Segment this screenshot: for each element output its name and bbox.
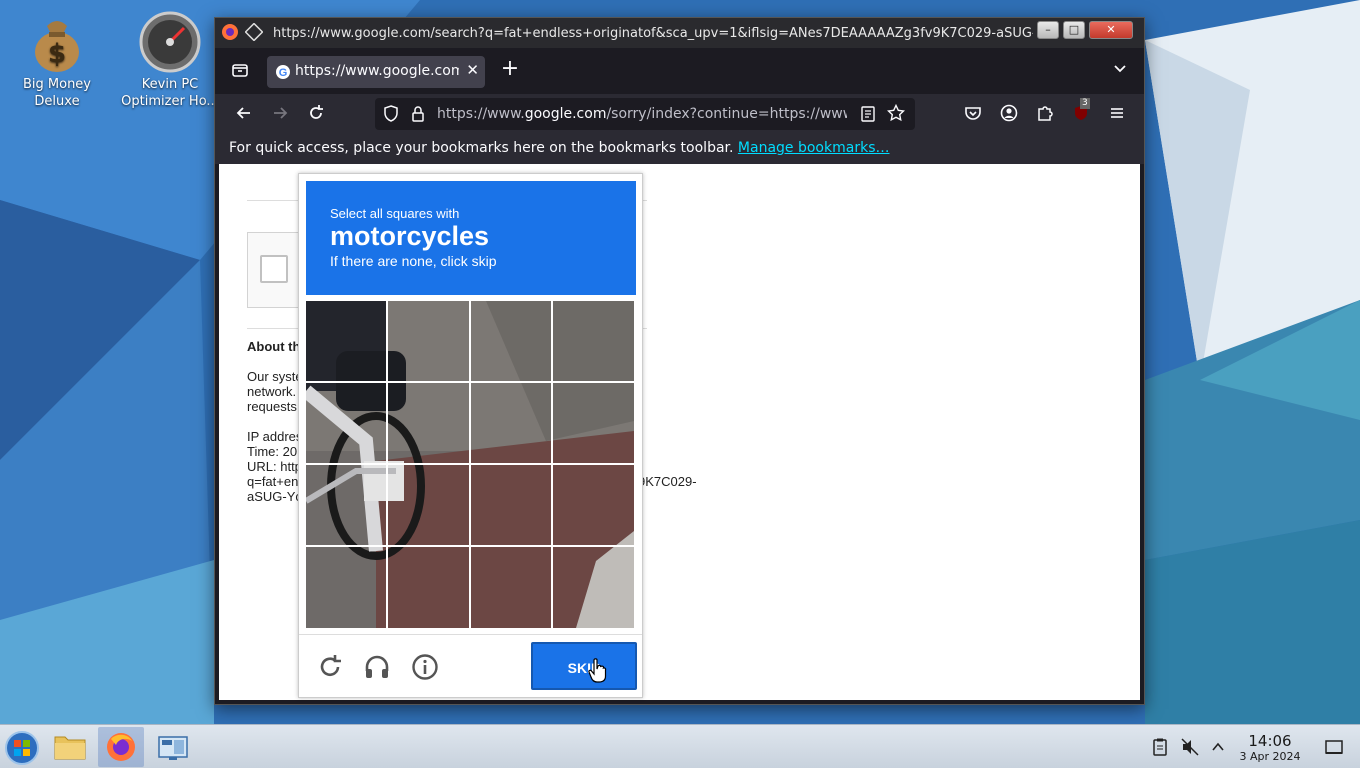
body-text: requests — [247, 399, 297, 414]
window-title: https://www.google.com/search?q=fat+endl… — [273, 26, 1033, 41]
url-text: URL: http — [247, 459, 302, 474]
pocket-icon[interactable] — [963, 104, 983, 124]
query-text-tail: 9K7C029- — [638, 474, 697, 489]
desktop-icon-label: Optimizer Ho... — [121, 94, 219, 109]
reload-challenge-icon[interactable] — [316, 653, 344, 681]
image-grid — [306, 301, 634, 628]
money-bag-icon: $ — [25, 10, 89, 74]
challenge-header: Select all squares with motorcycles If t… — [306, 181, 636, 295]
body-text: Our syste — [247, 369, 303, 384]
taskbar: 14:06 3 Apr 2024 — [0, 724, 1360, 768]
clock[interactable]: 14:06 3 Apr 2024 — [1232, 732, 1308, 764]
clipboard-icon[interactable] — [1150, 737, 1170, 757]
bookmarks-toolbar: For quick access, place your bookmarks h… — [215, 134, 1144, 164]
bookmark-star-icon[interactable] — [886, 103, 906, 126]
url-bar[interactable]: https://www.google.com/sorry/index?conti… — [375, 98, 915, 130]
list-all-tabs-icon[interactable] — [1109, 60, 1131, 82]
tab-google[interactable]: G https://www.google.com/ ✕ — [267, 56, 485, 88]
tracking-protection-shield-icon[interactable] — [383, 105, 399, 127]
file-manager-folder-icon[interactable] — [47, 727, 93, 767]
about-heading: About th — [247, 339, 301, 354]
manage-bookmarks-link[interactable]: Manage bookmarks… — [738, 140, 890, 156]
minimize-button[interactable]: – — [1037, 21, 1059, 39]
close-button[interactable]: ✕ — [1089, 21, 1133, 39]
pin-icon[interactable] — [244, 22, 264, 42]
tab-overview-icon[interactable] — [229, 60, 251, 82]
info-icon[interactable] — [411, 653, 439, 681]
extensions-puzzle-icon[interactable] — [1035, 104, 1055, 124]
challenge-hint: If there are none, click skip — [330, 253, 497, 269]
tab-label: https://www.google.com/ — [295, 63, 459, 79]
window-titlebar[interactable]: https://www.google.com/search?q=fat+endl… — [215, 18, 1144, 48]
tab-bar: G https://www.google.com/ ✕ + — [215, 48, 1144, 94]
captcha-challenge: Select all squares with motorcycles If t… — [298, 173, 643, 698]
clock-date: 3 Apr 2024 — [1239, 750, 1301, 763]
maximize-button[interactable]: □ — [1063, 21, 1085, 39]
ublock-extension-icon[interactable]: 3 — [1071, 98, 1091, 124]
desktop-icon-label: Kevin PC — [141, 77, 199, 92]
svg-text:$: $ — [48, 39, 66, 69]
recaptcha-checkbox[interactable] — [260, 255, 288, 283]
clock-time: 14:06 — [1248, 732, 1292, 750]
start-menu-button[interactable] — [0, 727, 46, 767]
audio-challenge-headphones-icon[interactable] — [363, 653, 391, 681]
account-icon[interactable] — [999, 104, 1019, 124]
firefox-icon — [221, 23, 239, 41]
time-text: Time: 20 — [247, 444, 298, 459]
gauge-icon — [138, 10, 202, 74]
hand-cursor-icon — [588, 658, 607, 683]
volume-muted-icon[interactable] — [1180, 737, 1200, 757]
extension-badge: 3 — [1080, 98, 1090, 109]
svg-text:G: G — [279, 67, 288, 79]
reader-view-icon[interactable] — [861, 106, 875, 126]
navigation-toolbar: https://www.google.com/sorry/index?conti… — [215, 94, 1144, 134]
firefox-taskbar-icon[interactable] — [98, 727, 144, 767]
lock-icon[interactable] — [411, 105, 425, 127]
desktop-icon-big-money-deluxe[interactable]: $ Big Money Deluxe — [7, 10, 107, 110]
back-icon[interactable] — [233, 104, 255, 126]
url-text[interactable]: https://www.google.com/sorry/index?conti… — [437, 106, 847, 122]
suid-text: aSUG-Yc — [247, 489, 302, 504]
system-settings-icon[interactable] — [150, 727, 196, 767]
skip-button[interactable]: SKIP — [531, 642, 637, 690]
reload-icon[interactable] — [305, 104, 327, 126]
new-tab-icon[interactable]: + — [499, 58, 521, 80]
challenge-instruction: Select all squares with — [330, 206, 460, 221]
hamburger-menu-icon[interactable] — [1107, 104, 1127, 124]
challenge-target: motorcycles — [330, 221, 490, 251]
desktop-icon-label: Deluxe — [34, 94, 80, 109]
tab-close-icon[interactable]: ✕ — [466, 61, 479, 79]
desktop-icon-label: Big Money — [22, 77, 91, 92]
bookmarks-message: For quick access, place your bookmarks h… — [229, 140, 890, 156]
body-text: network. — [247, 384, 297, 399]
show-desktop-icon[interactable] — [1324, 737, 1344, 757]
forward-icon[interactable] — [269, 104, 291, 126]
google-favicon-icon: G — [275, 64, 291, 80]
ip-address-text: IP addres — [247, 429, 303, 444]
desktop-icon-kevin-pc-optimizer[interactable]: Kevin PC Optimizer Ho... — [120, 10, 220, 110]
grid-lines — [306, 301, 634, 628]
chevron-up-icon[interactable] — [1208, 737, 1228, 757]
query-text: q=fat+en — [247, 474, 299, 489]
